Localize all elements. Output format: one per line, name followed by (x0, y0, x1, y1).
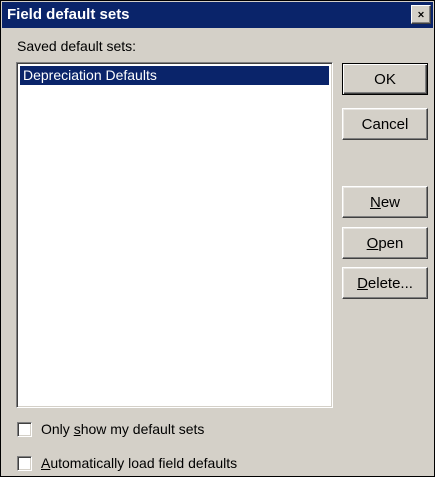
only-show-mine-option[interactable]: Only show my default sets (17, 419, 204, 439)
saved-sets-label: Saved default sets: (17, 38, 137, 54)
new-button-mnemonic: N (369, 193, 381, 211)
auto-load-checkbox[interactable] (17, 455, 32, 471)
new-button[interactable]: New (342, 186, 428, 218)
open-button[interactable]: Open (342, 227, 428, 259)
only-show-mine-checkbox[interactable] (17, 421, 32, 437)
auto-load-label: Automatically load field defaults (41, 455, 238, 471)
delete-button[interactable]: Delete... (342, 267, 428, 299)
title-bar: Field default sets (2, 2, 433, 28)
close-icon (418, 11, 424, 18)
delete-button-mnemonic: D (357, 274, 368, 292)
delete-button-label: elete... (367, 274, 413, 292)
saved-sets-listbox[interactable]: Depreciation Defaults (16, 62, 333, 408)
ok-button[interactable]: OK (342, 63, 428, 95)
open-button-label: pen (378, 234, 404, 252)
auto-load-option[interactable]: Automatically load field defaults (17, 453, 237, 473)
window-title: Field default sets (7, 6, 130, 23)
only-show-mine-label: Only show my default sets (41, 421, 205, 437)
close-button[interactable] (411, 5, 431, 24)
list-item[interactable]: Depreciation Defaults (20, 66, 329, 85)
field-default-sets-dialog: Field default sets Saved default sets: D… (0, 0, 435, 477)
open-button-mnemonic: O (366, 234, 379, 252)
new-button-label: ew (380, 193, 401, 211)
cancel-button[interactable]: Cancel (342, 108, 428, 140)
